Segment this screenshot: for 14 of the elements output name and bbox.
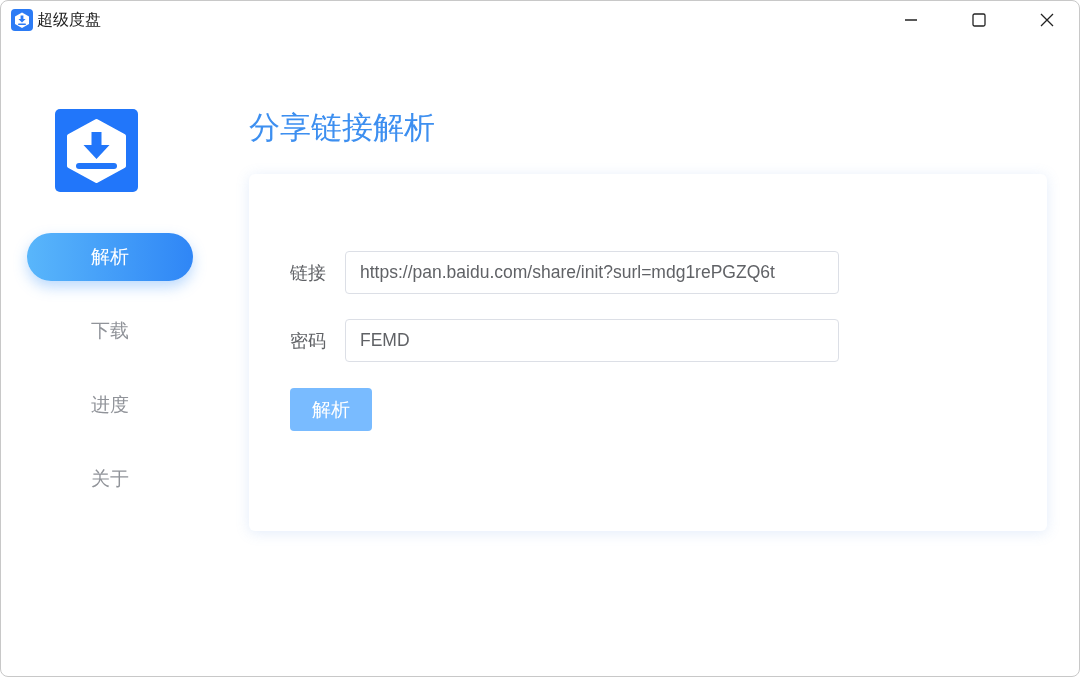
download-logo-icon [54, 109, 138, 192]
field-label: 密码 [290, 328, 327, 353]
sidebar-item[interactable]: 下载 [27, 307, 193, 355]
input-field[interactable]: FEMD [345, 319, 839, 362]
sidebar-item[interactable]: 解析 [27, 233, 193, 281]
sidebar-item[interactable]: 进度 [27, 381, 193, 429]
maximize-icon[interactable] [972, 13, 986, 27]
close-icon[interactable] [1040, 13, 1054, 27]
input-field[interactable]: https://pan.baidu.com/share/init?surl=mdg1rePGZQ6t [345, 251, 839, 294]
window-title: 超级度盘 [37, 9, 101, 31]
app-icon [11, 9, 33, 31]
sidebar-item[interactable]: 关于 [27, 455, 193, 503]
page-title: 分享链接解析 [249, 108, 436, 147]
field-label: 链接 [290, 260, 327, 285]
